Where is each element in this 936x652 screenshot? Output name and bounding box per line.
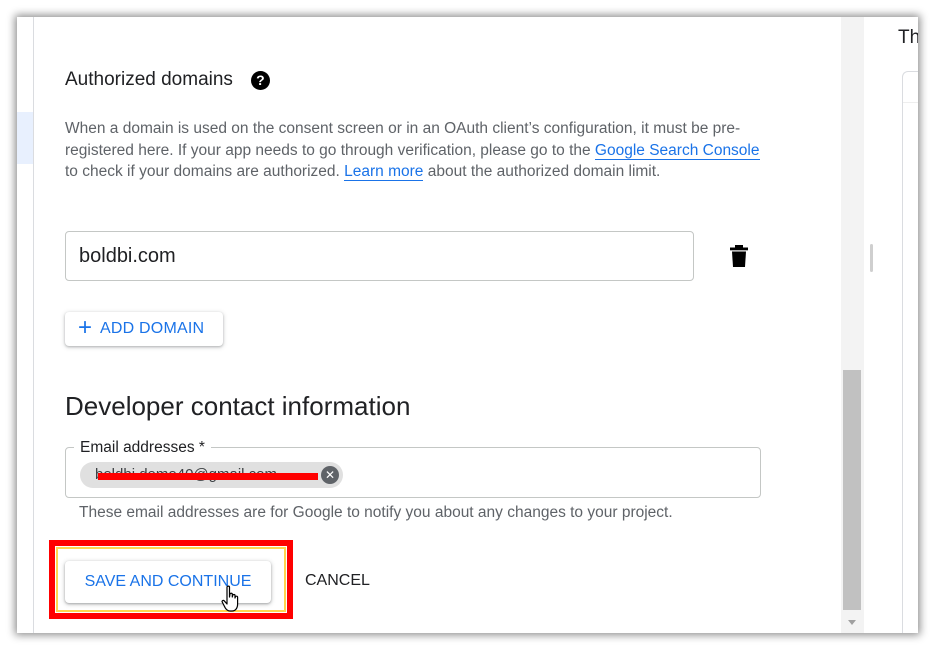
right-panel-text: Th bbox=[898, 27, 918, 48]
panel-resize-handle[interactable] bbox=[870, 244, 873, 272]
help-circle-icon[interactable]: ? bbox=[250, 70, 270, 90]
left-navigation-rail bbox=[17, 17, 33, 633]
redaction-mark bbox=[98, 473, 318, 480]
learn-more-link[interactable]: Learn more bbox=[344, 163, 424, 181]
scroll-down-arrow-icon[interactable] bbox=[848, 620, 856, 625]
authorized-domains-description: When a domain is used on the consent scr… bbox=[65, 118, 765, 183]
authorized-domain-input[interactable]: boldbi.com bbox=[65, 231, 694, 281]
email-helper-text: These email addresses are for Google to … bbox=[79, 504, 673, 521]
nav-active-indicator bbox=[17, 112, 33, 164]
add-domain-label: ADD DOMAIN bbox=[100, 320, 205, 337]
scrollbar-thumb[interactable] bbox=[843, 370, 861, 610]
right-side-panel: Th bbox=[864, 17, 918, 633]
description-text-2: to check if your domains are authorized. bbox=[65, 163, 345, 180]
close-circle-icon[interactable]: ✕ bbox=[321, 466, 339, 484]
add-domain-button[interactable]: + ADD DOMAIN bbox=[65, 312, 223, 346]
email-chip[interactable]: boldbi.demo40@gmail.com ✕ bbox=[80, 462, 343, 488]
email-addresses-label: Email addresses * bbox=[74, 439, 211, 457]
trash-icon[interactable] bbox=[730, 245, 748, 267]
authorized-domains-heading: Authorized domains ? bbox=[65, 69, 270, 91]
hand-pointer-icon bbox=[221, 585, 239, 612]
authorized-domains-title: Authorized domains bbox=[65, 69, 233, 90]
cancel-button[interactable]: CANCEL bbox=[305, 572, 370, 590]
description-text-3: about the authorized domain limit. bbox=[423, 163, 661, 180]
authorized-domain-value: boldbi.com bbox=[79, 244, 176, 267]
email-addresses-field[interactable]: Email addresses * boldbi.demo40@gmail.co… bbox=[65, 439, 761, 498]
plus-icon: + bbox=[78, 314, 93, 341]
screenshot-frame: Authorized domains ? When a domain is us… bbox=[17, 17, 918, 633]
google-search-console-link[interactable]: Google Search Console bbox=[594, 141, 760, 160]
developer-contact-title: Developer contact information bbox=[65, 391, 411, 421]
right-panel-card bbox=[902, 71, 918, 633]
rail-divider bbox=[33, 17, 34, 633]
